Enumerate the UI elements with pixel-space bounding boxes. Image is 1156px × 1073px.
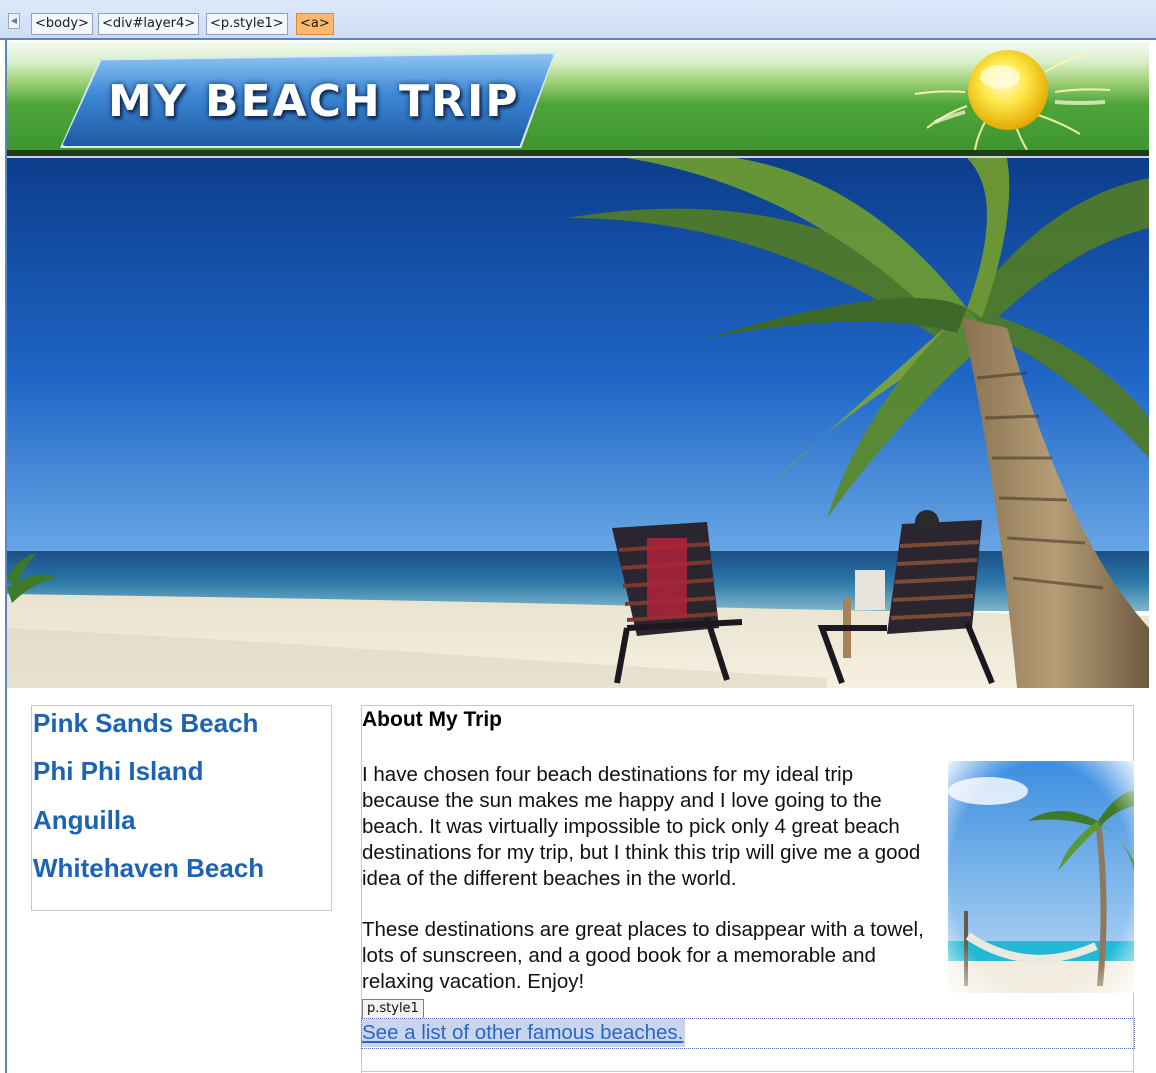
sun-icon: [905, 42, 1115, 152]
tag-p-style1[interactable]: <p.style1>: [206, 13, 288, 35]
beach-nav-sidebar: Pink Sands Beach Phi Phi Island Anguilla…: [31, 705, 332, 911]
closing-paragraph: These destinations are great places to d…: [362, 918, 924, 993]
scroll-left-icon[interactable]: ◀: [8, 13, 20, 29]
nav-link-anguilla[interactable]: Anguilla: [33, 805, 136, 835]
tag-body[interactable]: <body>: [31, 13, 93, 35]
famous-beaches-link[interactable]: See a list of other famous beaches.: [362, 1019, 686, 1047]
content-panel-bottom-border: [361, 1071, 1134, 1072]
style-class-label: p.style1: [362, 999, 424, 1018]
site-logo-text: MY BEACH TRIP: [108, 76, 520, 127]
hammock-beach-photo: [948, 761, 1134, 993]
content-title: About My Trip: [362, 708, 502, 731]
nav-link-pink-sands-beach[interactable]: Pink Sands Beach: [33, 708, 258, 738]
hero-beach-image: [7, 158, 1149, 688]
tag-a[interactable]: <a>: [296, 13, 334, 35]
tag-div-layer4[interactable]: <div#layer4>: [98, 13, 200, 35]
tag-selector-bar: ◀ <body> <div#layer4> <p.style1> <a>: [0, 0, 1156, 40]
nav-link-phi-phi-island[interactable]: Phi Phi Island: [33, 756, 203, 786]
intro-paragraph: I have chosen four beach destinations fo…: [362, 763, 921, 890]
nav-link-whitehaven-beach[interactable]: Whitehaven Beach: [33, 853, 264, 883]
